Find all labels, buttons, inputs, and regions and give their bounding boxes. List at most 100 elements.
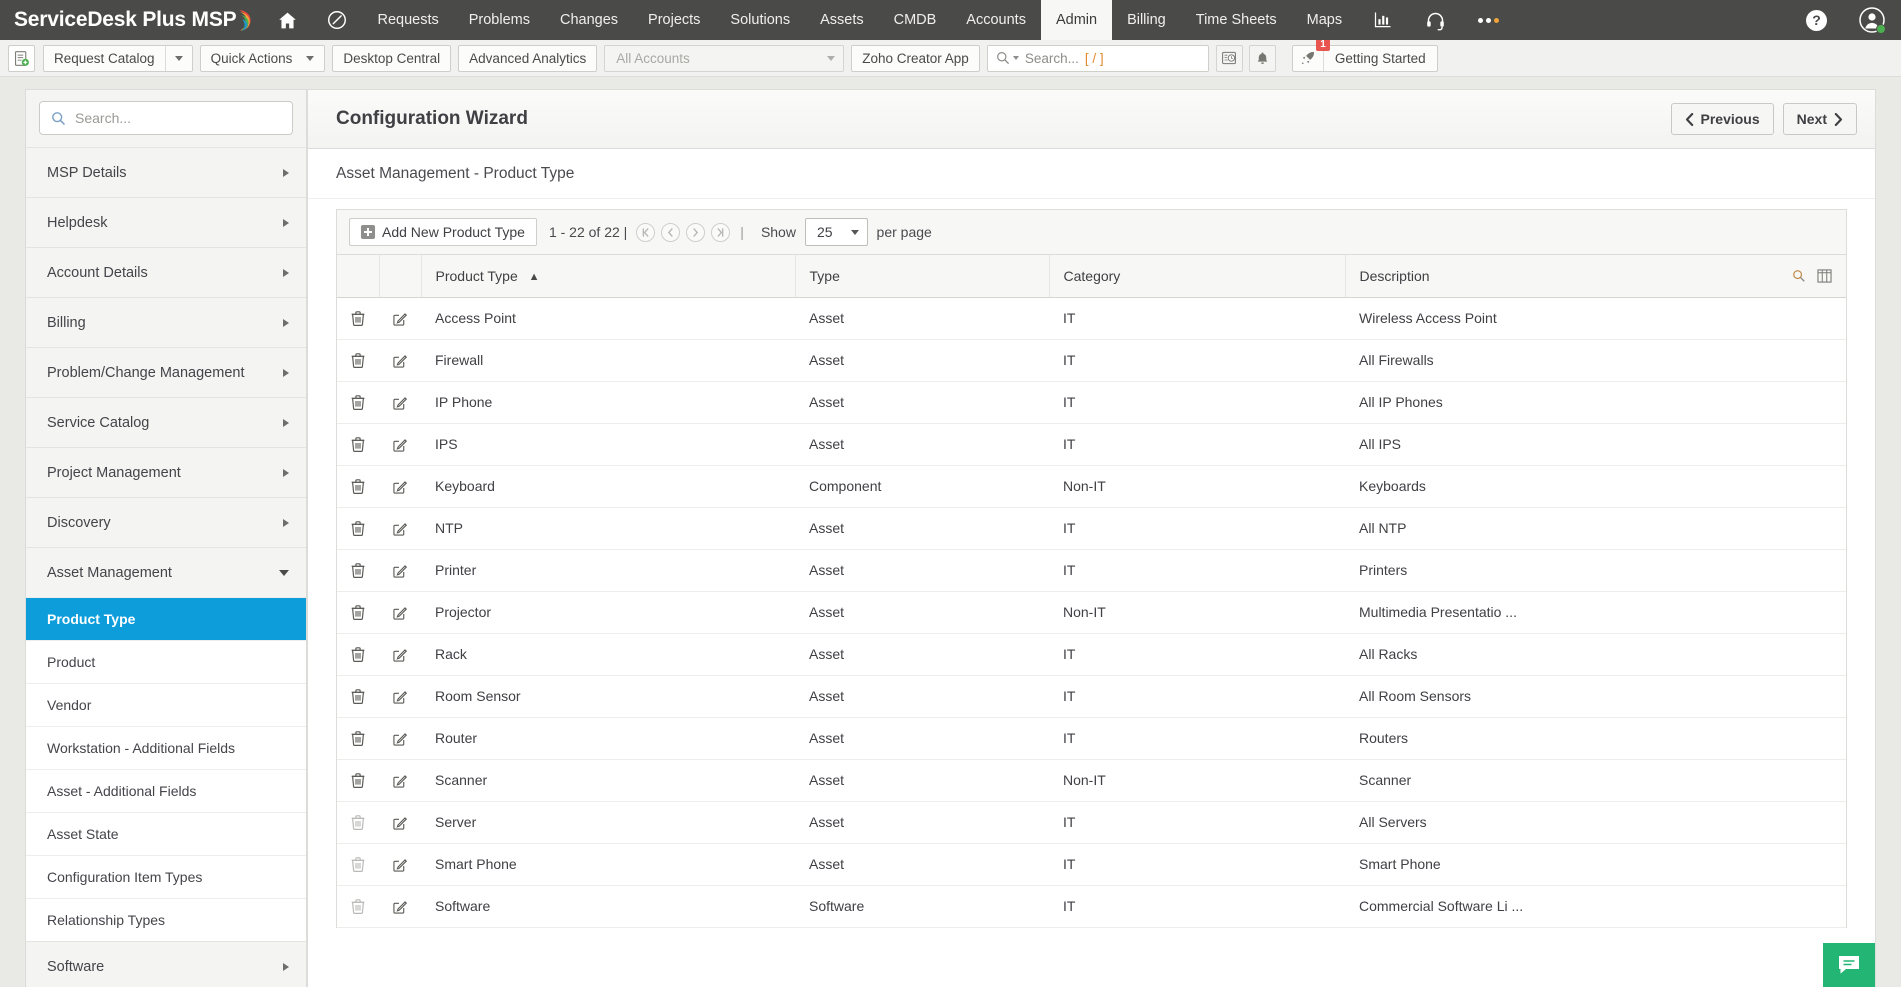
cell-product-type[interactable]: IP Phone	[421, 381, 795, 424]
headset-icon[interactable]	[1409, 0, 1462, 40]
more-dots-icon[interactable]	[1462, 0, 1515, 40]
sidebar-item-product[interactable]: Product	[26, 640, 306, 683]
nav-item-maps[interactable]: Maps	[1292, 0, 1357, 40]
add-new-product-type-button[interactable]: Add New Product Type	[349, 218, 537, 246]
edit-icon[interactable]	[393, 858, 407, 872]
edit-icon[interactable]	[393, 438, 407, 452]
nav-item-accounts[interactable]: Accounts	[951, 0, 1041, 40]
column-chooser-icon[interactable]	[1817, 269, 1832, 283]
edit-icon[interactable]	[393, 354, 407, 368]
sidebar-item-asset-state[interactable]: Asset State	[26, 812, 306, 855]
sidebar-item-problem-change-management[interactable]: Problem/Change Management	[26, 347, 306, 397]
delete-icon[interactable]	[351, 773, 365, 789]
delete-icon[interactable]	[351, 731, 365, 747]
chat-widget-button[interactable]	[1823, 943, 1875, 987]
cell-product-type[interactable]: Router	[421, 717, 795, 760]
edit-icon[interactable]	[393, 774, 407, 788]
cell-product-type[interactable]: Projector	[421, 591, 795, 634]
cell-product-type[interactable]: Firewall	[421, 339, 795, 382]
nav-item-solutions[interactable]: Solutions	[715, 0, 805, 40]
previous-button[interactable]: Previous	[1670, 103, 1774, 135]
request-catalog-caret[interactable]	[164, 45, 192, 71]
sidebar-item-discovery[interactable]: Discovery	[26, 497, 306, 547]
sidebar-item-relationship-types[interactable]: Relationship Types	[26, 898, 306, 941]
delete-icon[interactable]	[351, 647, 365, 663]
sidebar-item-service-catalog[interactable]: Service Catalog	[26, 397, 306, 447]
cell-product-type[interactable]: IPS	[421, 423, 795, 466]
cell-product-type[interactable]: Rack	[421, 633, 795, 676]
delete-icon[interactable]	[351, 605, 365, 621]
edit-icon[interactable]	[393, 606, 407, 620]
cell-product-type[interactable]: Software	[421, 885, 795, 928]
nav-item-projects[interactable]: Projects	[633, 0, 715, 40]
edit-icon[interactable]	[393, 522, 407, 536]
edit-icon[interactable]	[393, 396, 407, 410]
delete-icon[interactable]	[351, 437, 365, 453]
edit-icon[interactable]	[393, 816, 407, 830]
cell-product-type[interactable]: Printer	[421, 549, 795, 592]
sidebar-item-software[interactable]: Software	[26, 941, 306, 987]
cell-product-type[interactable]: Room Sensor	[421, 675, 795, 718]
last-page-button[interactable]	[711, 222, 731, 242]
nav-item-requests[interactable]: Requests	[362, 0, 453, 40]
cell-product-type[interactable]: Scanner	[421, 759, 795, 802]
sidebar-item-configuration-item-types[interactable]: Configuration Item Types	[26, 855, 306, 898]
nav-item-billing[interactable]: Billing	[1112, 0, 1181, 40]
advanced-analytics-button[interactable]: Advanced Analytics	[458, 44, 598, 72]
recent-items-icon[interactable]	[1215, 44, 1243, 72]
search-icon[interactable]	[1792, 269, 1806, 283]
delete-icon[interactable]	[351, 563, 365, 579]
delete-icon[interactable]	[351, 479, 365, 495]
header-category[interactable]: Category	[1049, 255, 1346, 298]
bar-chart-icon[interactable]	[1357, 0, 1409, 40]
header-type[interactable]: Type	[795, 255, 1050, 298]
header-description[interactable]: Description	[1345, 255, 1846, 298]
desktop-central-button[interactable]: Desktop Central	[332, 44, 452, 72]
edit-icon[interactable]	[393, 312, 407, 326]
sidebar-item-asset-additional-fields[interactable]: Asset - Additional Fields	[26, 769, 306, 812]
quick-actions-dropdown[interactable]: Quick Actions	[199, 44, 326, 72]
edit-icon[interactable]	[393, 480, 407, 494]
nav-item-admin[interactable]: Admin	[1040, 0, 1113, 40]
sidebar-item-billing[interactable]: Billing	[26, 297, 306, 347]
user-avatar-icon[interactable]	[1843, 0, 1901, 40]
first-page-button[interactable]	[636, 222, 656, 242]
cell-product-type[interactable]: Server	[421, 801, 795, 844]
delete-icon[interactable]	[351, 689, 365, 705]
sidebar-item-project-management[interactable]: Project Management	[26, 447, 306, 497]
sidebar-item-account-details[interactable]: Account Details	[26, 247, 306, 297]
edit-icon[interactable]	[393, 732, 407, 746]
sidebar-item-asset-management[interactable]: Asset Management	[26, 547, 306, 597]
nav-item-problems[interactable]: Problems	[454, 0, 545, 40]
notifications-bell-icon[interactable]	[1248, 44, 1276, 72]
edit-icon[interactable]	[393, 648, 407, 662]
cell-product-type[interactable]: Keyboard	[421, 465, 795, 508]
app-logo[interactable]: ServiceDesk Plus MSP	[0, 0, 263, 40]
home-icon[interactable]	[263, 0, 312, 40]
request-catalog-dropdown[interactable]: Request Catalog	[43, 44, 193, 72]
help-icon[interactable]: ?	[1790, 0, 1843, 40]
new-request-icon[interactable]	[8, 44, 35, 72]
sidebar-search-input[interactable]: Search...	[39, 101, 293, 135]
nav-item-changes[interactable]: Changes	[545, 0, 633, 40]
sidebar-item-workstation-additional-fields[interactable]: Workstation - Additional Fields	[26, 726, 306, 769]
delete-icon[interactable]	[351, 311, 365, 327]
sidebar-item-vendor[interactable]: Vendor	[26, 683, 306, 726]
sidebar-item-helpdesk[interactable]: Helpdesk	[26, 197, 306, 247]
nav-item-cmdb[interactable]: CMDB	[879, 0, 952, 40]
nav-item-assets[interactable]: Assets	[805, 0, 879, 40]
getting-started-button[interactable]: 1 Getting Started	[1291, 37, 1438, 72]
accounts-select[interactable]: All Accounts	[604, 44, 845, 72]
sidebar-item-product-type[interactable]: Product Type	[26, 597, 306, 640]
per-page-select[interactable]: 25	[804, 218, 868, 246]
edit-icon[interactable]	[393, 690, 407, 704]
global-search-input[interactable]: Search... [ / ]	[986, 44, 1209, 72]
zoho-creator-app-button[interactable]: Zoho Creator App	[851, 44, 980, 72]
sidebar-item-msp-details[interactable]: MSP Details	[26, 147, 306, 197]
edit-icon[interactable]	[393, 564, 407, 578]
delete-icon[interactable]	[351, 353, 365, 369]
dashboard-speedometer-icon[interactable]	[312, 0, 362, 40]
search-scope-caret-icon[interactable]	[1012, 56, 1019, 60]
header-product-type[interactable]: Product Type ▲	[421, 255, 796, 298]
next-button[interactable]: Next	[1782, 103, 1857, 135]
